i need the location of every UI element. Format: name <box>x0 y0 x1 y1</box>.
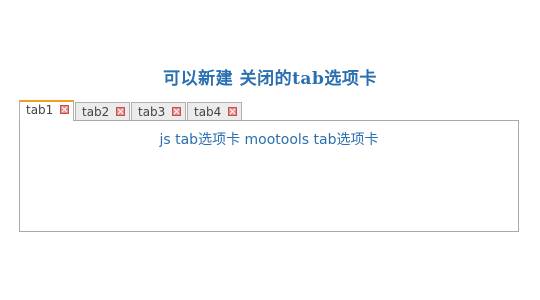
tab-label: tab2 <box>82 105 110 119</box>
close-icon[interactable] <box>172 107 181 116</box>
tab-2[interactable]: tab2 <box>75 102 130 121</box>
tab-1[interactable]: tab1 <box>19 100 74 121</box>
tab-bar: tab1 tab2 tab3 tab4 <box>19 100 242 121</box>
close-icon[interactable] <box>228 107 237 116</box>
page: 可以新建 关闭的tab选项卡 tab1 tab2 tab3 tab4 js ta… <box>0 0 540 300</box>
close-icon[interactable] <box>116 107 125 116</box>
tab-label: tab3 <box>138 105 166 119</box>
tab-panel-content: js tab选项卡 mootools tab选项卡 <box>159 132 379 148</box>
close-icon[interactable] <box>60 105 69 114</box>
tab-3[interactable]: tab3 <box>131 102 186 121</box>
tab-label: tab1 <box>26 103 54 117</box>
tab-panel: js tab选项卡 mootools tab选项卡 <box>19 120 519 232</box>
tab-4[interactable]: tab4 <box>187 102 242 121</box>
page-title: 可以新建 关闭的tab选项卡 <box>163 69 377 89</box>
tab-label: tab4 <box>194 105 222 119</box>
